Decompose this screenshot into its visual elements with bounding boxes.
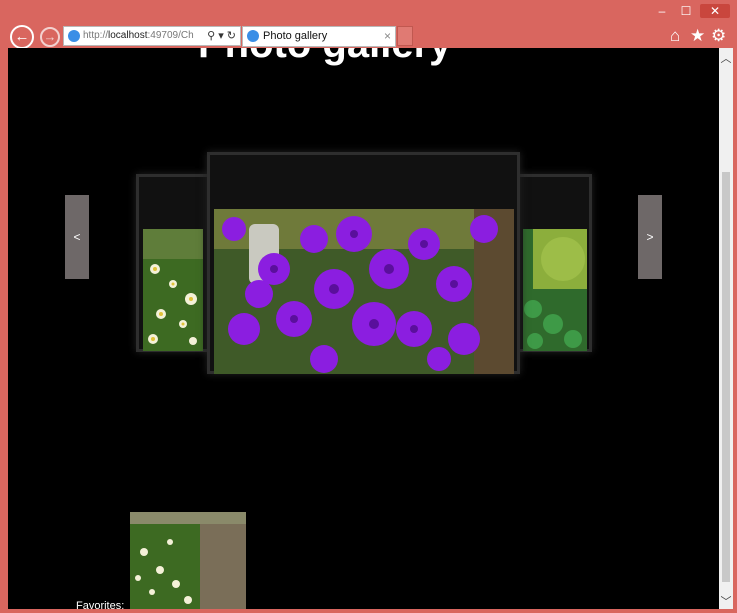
carousel-next-button[interactable]: >	[638, 195, 662, 279]
scroll-thumb[interactable]	[722, 172, 730, 582]
favorites-star-icon[interactable]: ★	[690, 26, 705, 46]
address-host: localhost	[108, 30, 148, 41]
maximize-button[interactable]: ☐	[676, 4, 696, 18]
new-tab-button[interactable]	[397, 26, 413, 46]
browser-window: – ☐ ✕ ← → http://localhost:49709/Ch ⚲ ▾ …	[0, 0, 737, 613]
tab-close-icon[interactable]: ×	[384, 27, 391, 46]
tools-gear-icon[interactable]: ⚙	[711, 26, 726, 46]
scroll-up-icon[interactable]: ︿	[719, 50, 733, 65]
photo-purple-flowers	[214, 209, 514, 374]
address-tools-icons[interactable]: ⚲ ▾ ↻	[207, 27, 236, 45]
page-viewport: Photo gallery < >	[8, 48, 719, 609]
favorite-thumbnail[interactable]	[130, 512, 246, 609]
address-bar[interactable]: http://localhost:49709/Ch ⚲ ▾ ↻	[63, 26, 241, 46]
vertical-scrollbar[interactable]: ︿ ﹀	[719, 48, 733, 609]
photo-moss	[523, 229, 587, 351]
close-window-button[interactable]: ✕	[700, 4, 730, 18]
tab-label: Photo gallery	[263, 30, 328, 42]
address-scheme: http://	[83, 30, 109, 41]
ie-logo-icon	[68, 30, 80, 42]
back-button[interactable]: ←	[10, 25, 34, 49]
tab-favicon-icon	[247, 30, 259, 42]
scroll-down-icon[interactable]: ﹀	[719, 593, 733, 608]
carousel-slide-current[interactable]	[207, 152, 520, 374]
tab-photo-gallery[interactable]: Photo gallery ×	[242, 26, 396, 47]
address-rest: :49709/Ch	[147, 30, 194, 41]
minimize-button[interactable]: –	[652, 4, 672, 18]
forward-button[interactable]: →	[40, 27, 60, 47]
favorites-label: Favorites:	[76, 600, 125, 609]
home-icon[interactable]: ⌂	[670, 26, 680, 46]
photo-daisies	[143, 229, 203, 351]
carousel-prev-button[interactable]: <	[65, 195, 89, 279]
page-title: Photo gallery	[198, 48, 451, 67]
